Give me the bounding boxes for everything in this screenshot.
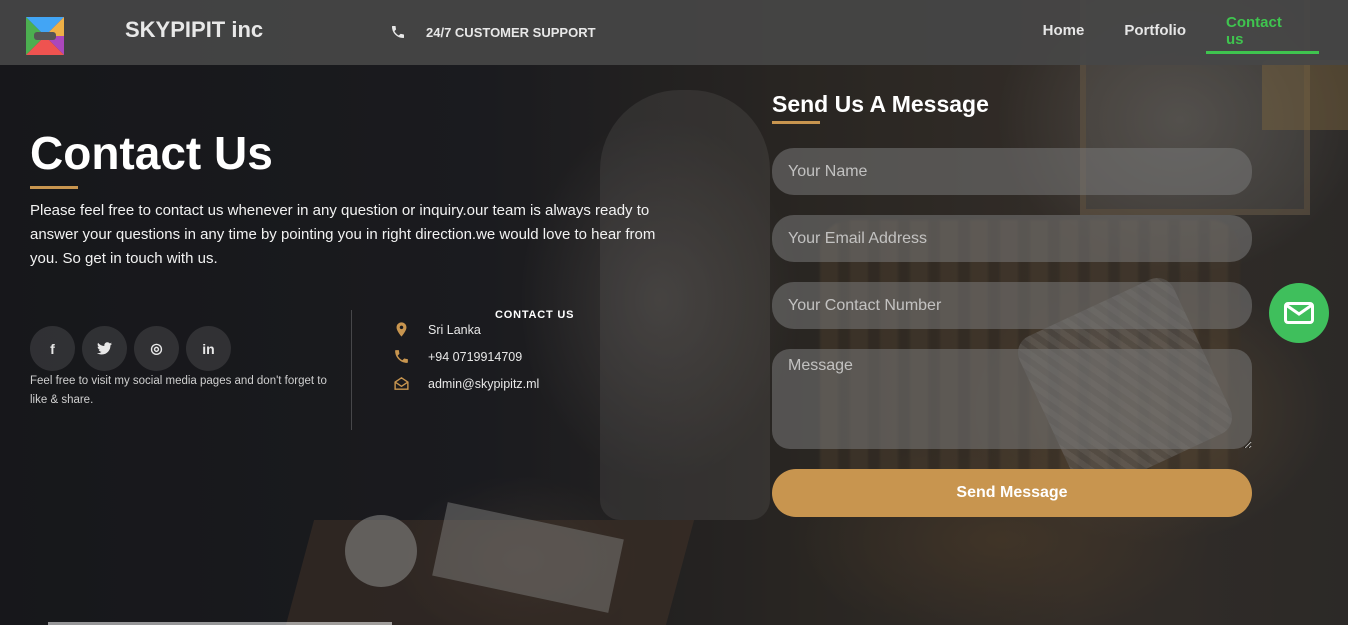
nav-portfolio[interactable]: Portfolio xyxy=(1104,0,1206,65)
email-text[interactable]: admin@skypipitz.ml xyxy=(428,377,539,391)
intro-text: Please feel free to contact us whenever … xyxy=(30,202,656,267)
customer-support: 24/7 CUSTOMER SUPPORT xyxy=(390,24,596,40)
support-label: 24/7 CUSTOMER SUPPORT xyxy=(426,24,596,40)
vertical-divider xyxy=(351,310,352,430)
company-logo[interactable] xyxy=(26,17,64,55)
nav-home[interactable]: Home xyxy=(1023,0,1105,65)
contact-heading: CONTACT US xyxy=(495,309,575,321)
facebook-icon[interactable]: f xyxy=(30,326,75,371)
page-title: Contact Us xyxy=(30,127,273,179)
location-text: Sri Lanka xyxy=(428,322,481,337)
message-textarea[interactable] xyxy=(772,349,1252,449)
contact-email: admin@skypipitz.ml xyxy=(393,375,539,392)
contact-phone: +94 0719914709 xyxy=(393,348,522,365)
twitter-icon[interactable] xyxy=(82,326,127,371)
envelope-open-icon xyxy=(394,376,409,390)
main-nav: Home Portfolio Contact us xyxy=(1023,0,1348,65)
linkedin-icon[interactable]: in xyxy=(186,326,231,371)
form-title: Send Us A Message xyxy=(772,91,989,117)
mail-fab-button[interactable] xyxy=(1269,283,1329,343)
brand-name[interactable]: SKYPIPIT inc xyxy=(125,17,263,43)
send-message-button[interactable]: Send Message xyxy=(772,469,1252,517)
name-input[interactable] xyxy=(772,148,1252,195)
phone-text[interactable]: +94 0719914709 xyxy=(428,350,522,364)
form-title-underline xyxy=(772,121,820,124)
site-header: SKYPIPIT inc 24/7 CUSTOMER SUPPORT Home … xyxy=(0,0,1348,65)
instagram-icon[interactable]: ◎ xyxy=(134,326,179,371)
social-links: f ◎ in xyxy=(30,326,231,371)
phone-icon xyxy=(395,350,408,363)
envelope-icon xyxy=(1284,302,1314,324)
social-note: Feel free to visit my social media pages… xyxy=(30,375,327,406)
location-pin-icon xyxy=(396,322,407,337)
phone-icon xyxy=(392,26,404,38)
title-underline xyxy=(30,186,78,189)
contact-number-input[interactable] xyxy=(772,282,1252,329)
email-input[interactable] xyxy=(772,215,1252,262)
contact-location: Sri Lanka xyxy=(393,321,481,338)
nav-contact-us[interactable]: Contact us xyxy=(1206,0,1319,65)
